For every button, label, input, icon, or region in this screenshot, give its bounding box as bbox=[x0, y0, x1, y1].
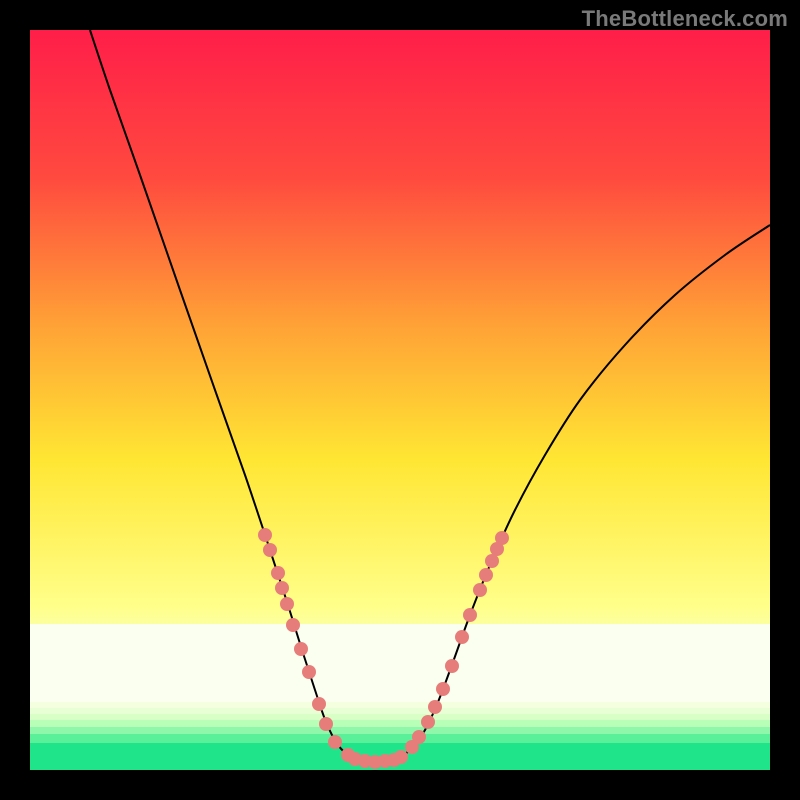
chart-svg bbox=[30, 30, 770, 770]
curve-marker bbox=[463, 608, 477, 622]
curve-marker bbox=[421, 715, 435, 729]
curve-marker bbox=[436, 682, 450, 696]
bottom-stripes bbox=[30, 624, 770, 770]
curve-marker bbox=[485, 554, 499, 568]
curve-marker bbox=[258, 528, 272, 542]
curve-marker bbox=[428, 700, 442, 714]
curve-marker bbox=[328, 735, 342, 749]
curve-marker bbox=[286, 618, 300, 632]
curve-marker bbox=[319, 717, 333, 731]
curve-marker bbox=[271, 566, 285, 580]
curve-marker bbox=[455, 630, 469, 644]
curve-marker bbox=[280, 597, 294, 611]
curve-marker bbox=[412, 730, 426, 744]
curve-marker bbox=[445, 659, 459, 673]
curve-marker bbox=[263, 543, 277, 557]
curve-marker bbox=[302, 665, 316, 679]
curve-marker bbox=[275, 581, 289, 595]
curve-marker bbox=[473, 583, 487, 597]
curve-marker bbox=[394, 750, 408, 764]
watermark-text: TheBottleneck.com bbox=[582, 6, 788, 32]
curve-marker bbox=[294, 642, 308, 656]
curve-marker bbox=[495, 531, 509, 545]
curve-marker bbox=[479, 568, 493, 582]
chart-frame: TheBottleneck.com bbox=[0, 0, 800, 800]
curve-marker bbox=[312, 697, 326, 711]
plot-area bbox=[30, 30, 770, 770]
